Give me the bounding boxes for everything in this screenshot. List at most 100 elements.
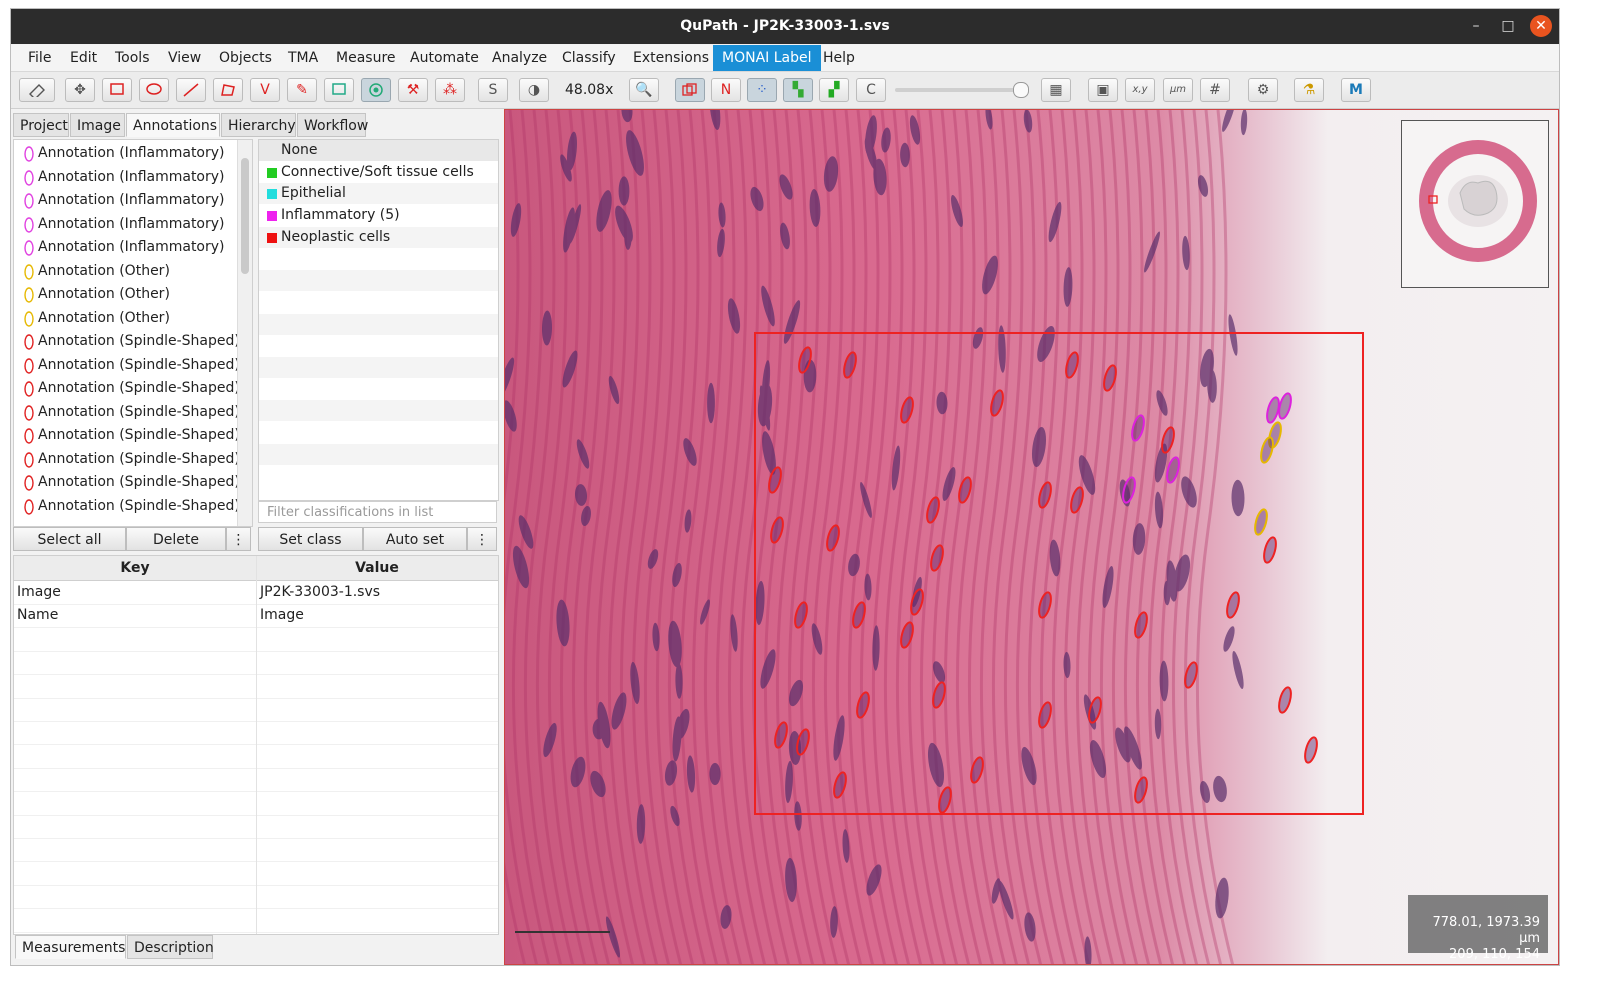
show-detections-button[interactable]: ▚	[783, 78, 813, 102]
grid-button[interactable]: #	[1200, 78, 1230, 102]
annotation-list-item[interactable]: Annotation (Other)	[14, 307, 238, 330]
tab-measurements[interactable]: Measurements	[15, 935, 126, 959]
classification-item[interactable]: None	[259, 140, 498, 161]
ellipse-tool-button[interactable]	[139, 78, 169, 102]
selection-mode-button[interactable]: S	[478, 78, 508, 102]
annotation-list-item[interactable]: Annotation (Other)	[14, 260, 238, 283]
classification-item[interactable]: Epithelial	[259, 183, 498, 205]
tab-annotations[interactable]: Annotations	[126, 113, 220, 137]
brush-tool-button[interactable]: ✎	[287, 78, 317, 102]
annotation-list-item[interactable]: Annotation (Inflammatory)	[14, 142, 238, 165]
classification-list[interactable]: None Connective/Soft tissue cells Epitheli…	[258, 139, 499, 501]
scrollbar-thumb[interactable]	[241, 158, 249, 274]
annotation-list-item[interactable]: Annotation (Spindle-Shaped)	[14, 377, 240, 400]
title-bar[interactable]: QuPath - JP2K-33003-1.svs – □ ✕	[11, 9, 1559, 44]
overview-toggle-button[interactable]: ▣	[1088, 78, 1118, 102]
log-button[interactable]: ⚗	[1294, 78, 1324, 102]
annotation-list[interactable]: Annotation (Inflammatory) Annotation (Inf…	[13, 139, 253, 527]
menu-edit[interactable]: Edit	[61, 45, 106, 71]
classification-item	[259, 465, 498, 487]
annotation-list-item[interactable]: Annotation (Spindle-Shaped)	[14, 424, 240, 447]
delete-button[interactable]: Delete	[126, 527, 226, 551]
overview-thumbnail[interactable]	[1401, 120, 1549, 288]
classification-item[interactable]: Connective/Soft tissue cells	[259, 161, 498, 183]
annotation-list-item[interactable]: Annotation (Spindle-Shaped)	[14, 354, 240, 377]
annotation-label: Annotation (Spindle-Shaped)	[38, 333, 240, 349]
annotation-shape-icon	[24, 216, 34, 233]
wand-tool-button[interactable]: ⚒	[398, 78, 428, 102]
auto-set-button[interactable]: Auto set	[363, 527, 467, 551]
tab-description[interactable]: Description	[127, 935, 214, 959]
opacity-slider[interactable]	[895, 82, 1029, 98]
menu-view[interactable]: View	[159, 45, 210, 71]
show-tma-button[interactable]: ⁘	[747, 78, 777, 102]
property-value: JP2K-33003-1.svs	[260, 584, 381, 600]
wand-rect-button[interactable]	[324, 78, 354, 102]
annotation-list-scrollbar[interactable]	[237, 140, 252, 526]
annotation-list-item[interactable]: Annotation (Spindle-Shaped)	[14, 495, 240, 518]
brightness-contrast-button[interactable]: ◑	[519, 78, 549, 102]
maximize-button[interactable]: □	[1497, 15, 1519, 37]
annotation-list-item[interactable]: Annotation (Spindle-Shaped)	[14, 401, 240, 424]
show-names-button[interactable]: N	[711, 78, 741, 102]
menu-extensions[interactable]: Extensions	[624, 45, 718, 71]
polygon-tool-button[interactable]	[213, 78, 243, 102]
classification-item[interactable]: Neoplastic cells	[259, 226, 498, 248]
annotation-label: Annotation (Inflammatory)	[38, 145, 225, 161]
measure-ruler-button[interactable]	[19, 78, 55, 102]
menu-file[interactable]: File	[19, 45, 60, 71]
measurement-table-button[interactable]: ▦	[1041, 78, 1071, 102]
tab-image[interactable]: Image	[70, 113, 125, 137]
annotation-more-button[interactable]: ⋮	[226, 527, 251, 551]
menu-tma[interactable]: TMA	[279, 45, 327, 71]
filter-classifications-input[interactable]: Filter classifications in list	[258, 501, 497, 523]
select-all-button[interactable]: Select all	[13, 527, 126, 551]
annotation-label: Annotation (Spindle-Shaped)	[38, 356, 240, 373]
tab-hierarchy[interactable]: Hierarchy	[221, 113, 296, 137]
monai-button[interactable]: M	[1341, 78, 1371, 102]
minimize-button[interactable]: –	[1465, 15, 1487, 37]
show-annotations-button[interactable]	[675, 78, 705, 102]
move-tool-button[interactable]: ✥	[65, 78, 95, 102]
points-tool-button[interactable]	[361, 78, 391, 102]
polyline-tool-button[interactable]: V	[250, 78, 280, 102]
close-window-button[interactable]: ✕	[1530, 15, 1552, 37]
annotation-list-item[interactable]: Annotation (Inflammatory)	[14, 236, 238, 259]
annotation-list-item[interactable]: Annotation (Inflammatory)	[14, 189, 238, 212]
line-tool-button[interactable]	[176, 78, 206, 102]
class-more-button[interactable]: ⋮	[467, 527, 497, 551]
annotation-list-item[interactable]: Annotation (Spindle-Shaped)	[14, 448, 240, 471]
fill-detections-button[interactable]: ▞	[819, 78, 849, 102]
tab-workflow[interactable]: Workflow	[297, 113, 368, 137]
key-column-header[interactable]: Key	[14, 556, 256, 580]
cursor-location-readout: 778.01, 1973.39 µm 209, 110, 154	[1408, 895, 1548, 962]
annotation-list-item[interactable]: Annotation (Inflammatory)	[14, 166, 238, 189]
annotation-list-item[interactable]: Annotation (Spindle-Shaped)	[14, 471, 240, 494]
scalebar-button[interactable]: µm	[1163, 78, 1193, 102]
set-class-button[interactable]: Set class	[258, 527, 363, 551]
show-connections-button[interactable]: C	[856, 78, 886, 102]
image-viewer[interactable]: 778.01, 1973.39 µm 209, 110, 154	[504, 109, 1559, 965]
zoom-to-fit-button[interactable]: 🔍	[629, 78, 659, 102]
menu-classify[interactable]: Classify	[553, 45, 625, 71]
opacity-slider-knob[interactable]	[1013, 82, 1029, 98]
preferences-button[interactable]: ⚙	[1248, 78, 1278, 102]
menu-tools[interactable]: Tools	[106, 45, 159, 71]
tab-project[interactable]: Project	[13, 113, 69, 137]
annotation-list-item[interactable]: Annotation (Spindle-Shaped)	[14, 330, 240, 353]
menu-monai-label[interactable]: MONAI Label	[713, 45, 821, 71]
menu-help[interactable]: Help	[814, 45, 864, 71]
table-icon: ▦	[1049, 82, 1063, 98]
show-location-button[interactable]: x,y	[1125, 78, 1155, 102]
menu-measure[interactable]: Measure	[327, 45, 405, 71]
annotation-label: Annotation (Other)	[38, 286, 170, 302]
menu-automate[interactable]: Automate	[401, 45, 488, 71]
menu-analyze[interactable]: Analyze	[483, 45, 556, 71]
value-column-header[interactable]: Value	[256, 556, 498, 580]
menu-objects[interactable]: Objects	[210, 45, 281, 71]
classification-item[interactable]: Inflammatory (5)	[259, 205, 498, 227]
rectangle-tool-button[interactable]	[102, 78, 132, 102]
annotation-list-item[interactable]: Annotation (Other)	[14, 283, 238, 306]
annotation-list-item[interactable]: Annotation (Inflammatory)	[14, 213, 238, 236]
cells-tool-button[interactable]: ⁂	[435, 78, 465, 102]
